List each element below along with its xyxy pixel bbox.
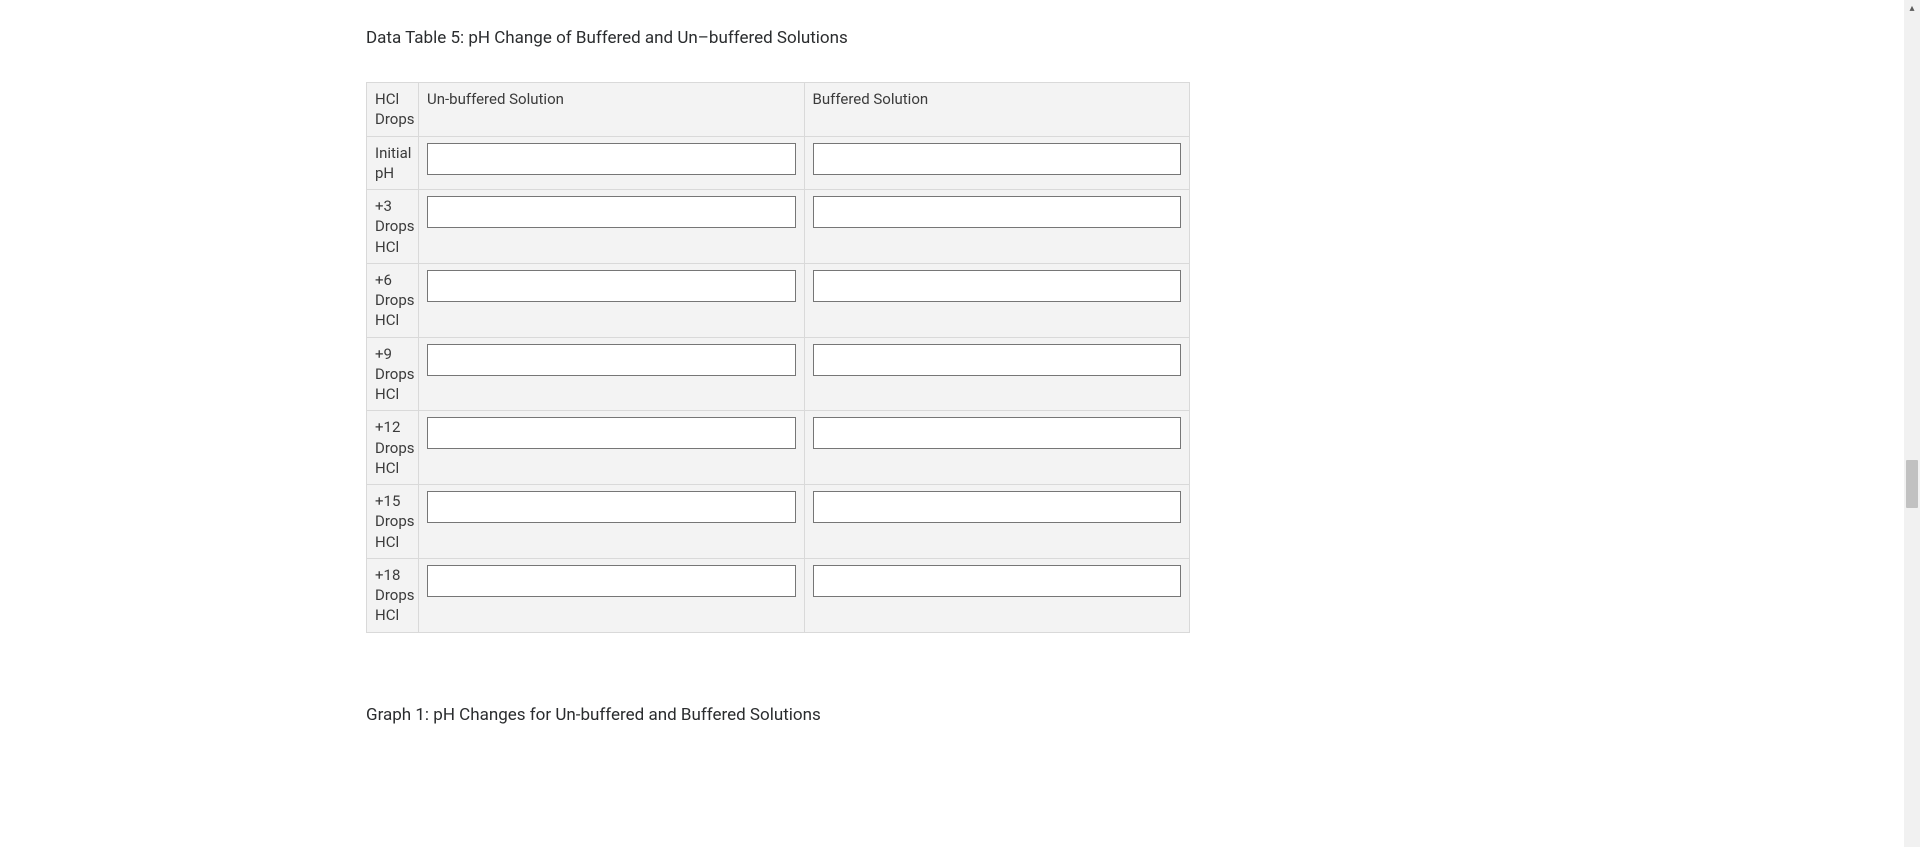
table-row: +15 Drops HCl (367, 485, 1190, 559)
col-header-unbuffered: Un-buffered Solution (419, 83, 805, 137)
input-unbuffered-3-drops[interactable] (427, 196, 796, 228)
table-title: Data Table 5: pH Change of Buffered and … (366, 28, 1190, 48)
document-content: Data Table 5: pH Change of Buffered and … (366, 28, 1190, 725)
chevron-up-icon[interactable]: ▴ (1904, 0, 1920, 16)
input-unbuffered-6-drops[interactable] (427, 270, 796, 302)
input-buffered-12-drops[interactable] (813, 417, 1182, 449)
cell-unbuffered (419, 263, 805, 337)
row-label: Initial pH (367, 136, 419, 190)
row-label: +9 Drops HCl (367, 337, 419, 411)
col-header-buffered: Buffered Solution (804, 83, 1190, 137)
data-table-5: HCl Drops Un-buffered Solution Buffered … (366, 82, 1190, 633)
input-unbuffered-initial-ph[interactable] (427, 143, 796, 175)
cell-buffered (804, 136, 1190, 190)
input-buffered-9-drops[interactable] (813, 344, 1182, 376)
graph-title: Graph 1: pH Changes for Un-buffered and … (366, 705, 1190, 725)
table-row: +6 Drops HCl (367, 263, 1190, 337)
table-header-row: HCl Drops Un-buffered Solution Buffered … (367, 83, 1190, 137)
input-buffered-15-drops[interactable] (813, 491, 1182, 523)
cell-unbuffered (419, 411, 805, 485)
input-unbuffered-15-drops[interactable] (427, 491, 796, 523)
cell-unbuffered (419, 190, 805, 264)
input-buffered-3-drops[interactable] (813, 196, 1182, 228)
input-buffered-6-drops[interactable] (813, 270, 1182, 302)
scrollbar-thumb[interactable] (1906, 460, 1918, 508)
cell-buffered (804, 337, 1190, 411)
cell-unbuffered (419, 337, 805, 411)
cell-buffered (804, 411, 1190, 485)
vertical-scrollbar[interactable]: ▴ (1904, 0, 1920, 847)
table-row: +12 Drops HCl (367, 411, 1190, 485)
table-row: +3 Drops HCl (367, 190, 1190, 264)
cell-buffered (804, 263, 1190, 337)
cell-buffered (804, 558, 1190, 632)
row-label: +12 Drops HCl (367, 411, 419, 485)
table-row: Initial pH (367, 136, 1190, 190)
cell-unbuffered (419, 558, 805, 632)
input-unbuffered-12-drops[interactable] (427, 417, 796, 449)
col-header-hcl-drops: HCl Drops (367, 83, 419, 137)
row-label: +18 Drops HCl (367, 558, 419, 632)
cell-buffered (804, 485, 1190, 559)
cell-unbuffered (419, 485, 805, 559)
input-buffered-18-drops[interactable] (813, 565, 1182, 597)
cell-unbuffered (419, 136, 805, 190)
row-label: +3 Drops HCl (367, 190, 419, 264)
input-unbuffered-18-drops[interactable] (427, 565, 796, 597)
row-label: +6 Drops HCl (367, 263, 419, 337)
cell-buffered (804, 190, 1190, 264)
table-row: +18 Drops HCl (367, 558, 1190, 632)
input-buffered-initial-ph[interactable] (813, 143, 1182, 175)
table-row: +9 Drops HCl (367, 337, 1190, 411)
input-unbuffered-9-drops[interactable] (427, 344, 796, 376)
row-label: +15 Drops HCl (367, 485, 419, 559)
